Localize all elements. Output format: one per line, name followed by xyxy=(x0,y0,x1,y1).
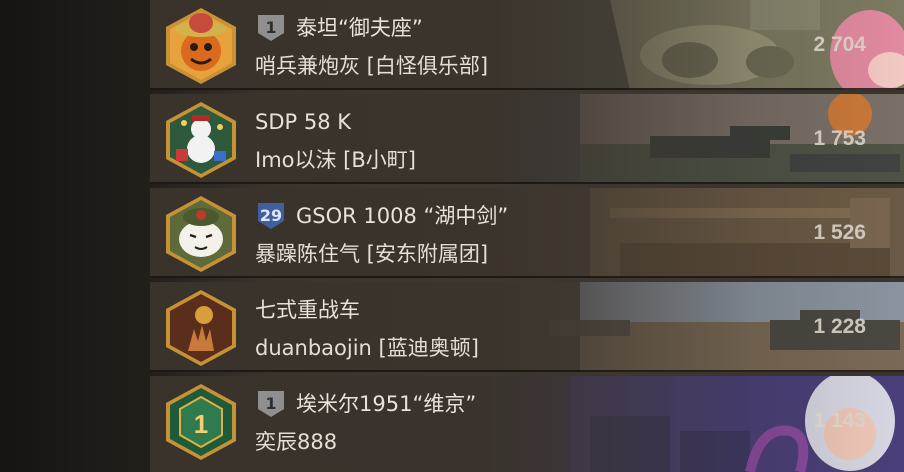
tank-name: GSOR 1008 “湖中剑” xyxy=(296,204,509,228)
score: 1 753 xyxy=(813,127,866,150)
score: 1 228 xyxy=(813,315,866,338)
cartoon-face-icon xyxy=(166,196,236,272)
rank-badge: 1 xyxy=(255,389,287,419)
leaderboard-row[interactable]: 七式重战车 duanbaojin [蓝迪奥顿] 1 228 xyxy=(150,282,904,372)
leaderboard-row[interactable]: SDP 58 K Imo以沫 [B小町] 1 753 xyxy=(150,94,904,184)
tank-name: 埃米尔1951“维京” xyxy=(296,392,477,416)
tank-name: 泰坦“御夫座” xyxy=(296,16,423,40)
player-name: 暴躁陈住气 [安东附属团] xyxy=(255,242,489,266)
leaderboard-row[interactable]: 29 GSOR 1008 “湖中剑” 暴躁陈住气 [安东附属团] 1 526 xyxy=(150,188,904,278)
rank-badge: 29 xyxy=(255,201,287,231)
tank-name: SDP 58 K xyxy=(255,110,352,134)
player-name: Imo以沫 [B小町] xyxy=(255,148,416,172)
hand-glow-icon xyxy=(166,290,236,366)
rank-badge: 1 xyxy=(255,13,287,43)
svg-text:1: 1 xyxy=(194,409,208,439)
leaderboard-row[interactable]: 1 1 埃米尔1951“维京” 奕辰888 1 143 xyxy=(150,376,904,472)
player-name: 奕辰888 xyxy=(255,430,338,454)
tank-name: 七式重战车 xyxy=(255,298,360,322)
score: 1 143 xyxy=(813,409,866,432)
sombrero-pumpkin-icon xyxy=(166,8,236,84)
number-one-medal-icon: 1 xyxy=(166,384,236,460)
leaderboard-row[interactable]: 1 泰坦“御夫座” 哨兵兼炮灰 [白怪俱乐部] 2 704 xyxy=(150,0,904,90)
score: 2 704 xyxy=(813,33,866,56)
score: 1 526 xyxy=(813,221,866,244)
snowman-gifts-icon xyxy=(166,102,236,178)
player-name: 哨兵兼炮灰 [白怪俱乐部] xyxy=(255,54,489,78)
player-name: duanbaojin [蓝迪奥顿] xyxy=(255,336,479,360)
